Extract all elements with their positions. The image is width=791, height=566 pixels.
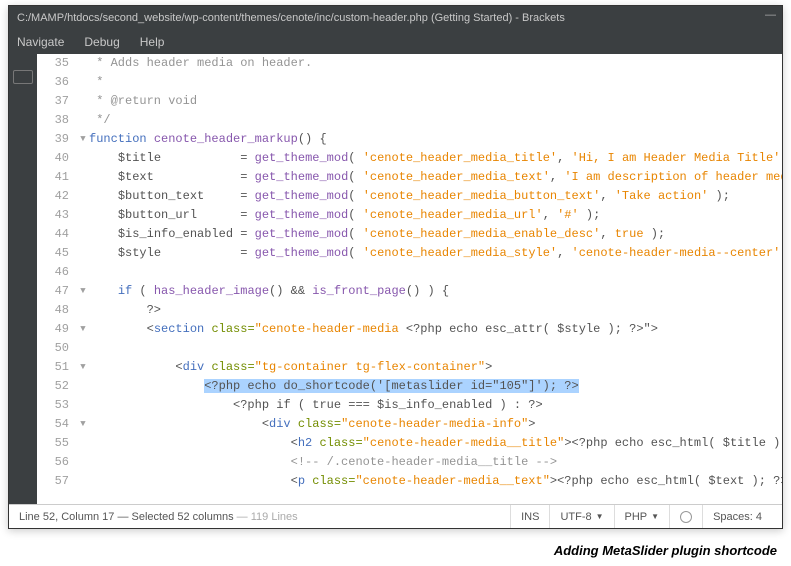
code-text: div xyxy=(183,360,205,374)
sidebar-toggle-button[interactable] xyxy=(13,70,33,84)
code-text: 'Hi, I am Header Media Title' xyxy=(572,151,781,165)
code-text: "cenote-header-media__text" xyxy=(355,474,549,488)
selected-text: <?php echo do_shortcode('[metaslider id=… xyxy=(204,379,578,393)
menu-debug[interactable]: Debug xyxy=(84,35,119,49)
code-text: get_theme_mod xyxy=(255,189,349,203)
code-text: <?php echo esc_attr( $style ); ?>" xyxy=(406,322,651,336)
code-text: if xyxy=(118,284,132,298)
code-text: "tg-container tg-flex-container" xyxy=(255,360,485,374)
code-text: function xyxy=(89,132,147,146)
code-text: get_theme_mod xyxy=(255,246,349,260)
code-text: $title xyxy=(118,151,161,165)
code-text: * Adds header media on header. xyxy=(89,56,312,70)
code-text: get_theme_mod xyxy=(255,227,349,241)
code-text: $style xyxy=(118,246,161,260)
code-text: true xyxy=(615,227,644,241)
code-text: 'cenote_header_media_text' xyxy=(363,170,550,184)
titlebar: C:/MAMP/htdocs/second_website/wp-content… xyxy=(9,6,782,30)
code-text: <!-- /.cenote-header-media__title --> xyxy=(291,455,557,469)
code-text: "cenote-header-media-info" xyxy=(341,417,528,431)
insert-mode[interactable]: INS xyxy=(510,505,549,528)
code-text: () { xyxy=(298,132,327,146)
code-text: h2 xyxy=(298,436,312,450)
cursor-position[interactable]: Line 52, Column 17 — Selected 52 columns xyxy=(19,511,234,523)
encoding-selector[interactable]: UTF-8▼ xyxy=(549,505,613,528)
code-text: ?> xyxy=(147,303,161,317)
code-text: $is_info_enabled xyxy=(118,227,233,241)
language-selector[interactable]: PHP▼ xyxy=(614,505,670,528)
code-text: * xyxy=(89,75,103,89)
code-text: "cenote-header-media xyxy=(255,322,406,336)
code-text: 'I am description of header media. You c… xyxy=(564,170,782,184)
code-text: 'cenote-header-media--center' xyxy=(572,246,781,260)
sidebar-gutter xyxy=(9,54,37,504)
live-preview-button[interactable] xyxy=(669,505,702,528)
code-text: cenote_header_markup xyxy=(154,132,298,146)
code-text: $button_text xyxy=(118,189,204,203)
code-text: get_theme_mod xyxy=(255,170,349,184)
minimize-button[interactable]: — xyxy=(765,9,776,21)
main-area: 35 * Adds header media on header. 36 * 3… xyxy=(9,54,782,504)
code-text: 'cenote_header_media_title' xyxy=(363,151,557,165)
code-text: p xyxy=(298,474,305,488)
code-text: <?php echo esc_html( $title ); ?> xyxy=(572,436,782,450)
code-text: 'Take action' xyxy=(615,189,709,203)
code-text: is_front_page xyxy=(312,284,406,298)
code-text: section xyxy=(154,322,204,336)
statusbar: Line 52, Column 17 — Selected 52 columns… xyxy=(9,504,782,528)
code-text: */ xyxy=(89,113,111,127)
code-text: <?php echo esc_html( $text ); ?> xyxy=(557,474,782,488)
code-text: 'cenote_header_media_button_text' xyxy=(363,189,601,203)
image-caption: Adding MetaSlider plugin shortcode xyxy=(0,529,791,566)
window-title: C:/MAMP/htdocs/second_website/wp-content… xyxy=(17,12,565,24)
code-text: $text xyxy=(118,170,154,184)
code-text: <?php if ( true === $is_info_enabled ) :… xyxy=(233,398,543,412)
menubar: Navigate Debug Help xyxy=(9,30,782,54)
code-text: "cenote-header-media__title" xyxy=(363,436,565,450)
window-controls: — xyxy=(765,9,776,21)
code-text: 'cenote_header_media_url' xyxy=(363,208,543,222)
code-text: get_theme_mod xyxy=(255,208,349,222)
code-text: 'cenote_header_media_enable_desc' xyxy=(363,227,601,241)
code-text: has_header_image xyxy=(154,284,269,298)
code-text: div xyxy=(269,417,291,431)
indent-selector[interactable]: Spaces: 4 xyxy=(702,505,772,528)
code-text: '#' xyxy=(557,208,579,222)
code-text: get_theme_mod xyxy=(255,151,349,165)
editor-window: C:/MAMP/htdocs/second_website/wp-content… xyxy=(8,5,783,529)
code-text: 'cenote_header_media_style' xyxy=(363,246,557,260)
code-text: $button_url xyxy=(118,208,197,222)
total-lines: — 119 Lines xyxy=(234,511,298,523)
code-editor[interactable]: 35 * Adds header media on header. 36 * 3… xyxy=(37,54,782,504)
menu-navigate[interactable]: Navigate xyxy=(17,35,64,49)
code-text: * @return void xyxy=(89,94,197,108)
menu-help[interactable]: Help xyxy=(140,35,165,49)
